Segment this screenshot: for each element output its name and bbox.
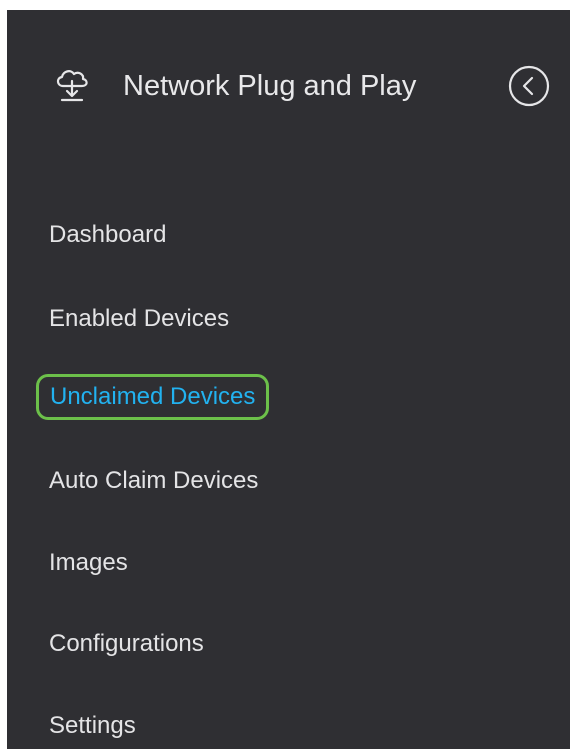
sidebar-item-dashboard[interactable]: Dashboard [36, 212, 179, 258]
sidebar-item-enabled-devices[interactable]: Enabled Devices [36, 296, 242, 342]
sidebar-item-auto-claim-devices[interactable]: Auto Claim Devices [36, 458, 271, 504]
sidebar-item-configurations[interactable]: Configurations [36, 621, 217, 667]
sidebar-item-images[interactable]: Images [36, 540, 141, 586]
app-title: Network Plug and Play [123, 70, 417, 102]
sidebar-item-settings[interactable]: Settings [36, 703, 149, 749]
sidebar-panel: Network Plug and Play Dashboard Enabled … [7, 10, 570, 749]
sidebar-item-unclaimed-devices[interactable]: Unclaimed Devices [36, 374, 270, 420]
sidebar-header: Network Plug and Play [7, 58, 570, 122]
cloud-download-icon [54, 66, 90, 106]
collapse-sidebar-button[interactable] [505, 62, 553, 110]
